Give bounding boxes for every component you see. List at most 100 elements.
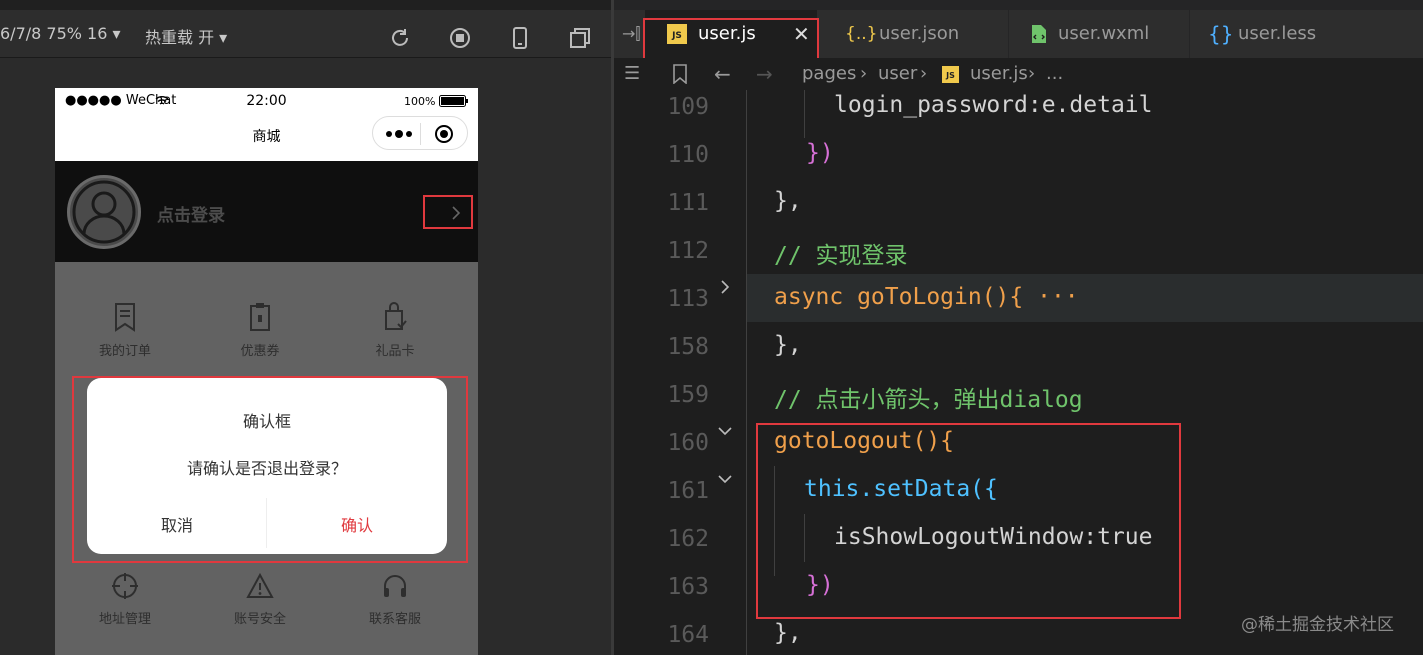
line-number: 160 <box>667 430 709 456</box>
line-number: 110 <box>667 142 709 168</box>
battery-label: 100% <box>404 95 436 108</box>
line-number: 163 <box>667 574 709 600</box>
breadcrumb-user[interactable]: user <box>878 58 917 90</box>
watermark: @稀土掘金技术社区 <box>1241 615 1394 635</box>
chevron-down-icon[interactable] <box>714 468 736 490</box>
content-area: 我的订单 优惠券 礼品卡 地址管理 账号安全 联系客服 确认框 请确认是否退出登… <box>55 262 478 655</box>
line-number: 162 <box>667 526 709 552</box>
grid-item-coupons[interactable]: 优惠券 <box>190 302 330 359</box>
grid-label-coupons: 优惠券 <box>240 344 280 359</box>
device-info-label: 6/7/8 75% 16 <box>0 24 108 43</box>
indent-guide <box>804 90 805 138</box>
tab-user-wxml[interactable]: user.wxml <box>1010 10 1190 58</box>
split-editor-icon[interactable]: →⫿ <box>622 10 641 58</box>
login-prompt[interactable]: 点击登录 <box>157 201 225 226</box>
close-target-icon[interactable] <box>434 124 454 144</box>
breadcrumb-separator-icon: › <box>920 63 928 84</box>
grid-item-support[interactable]: 联系客服 <box>325 572 465 627</box>
grid-label-support: 联系客服 <box>368 612 421 627</box>
window-icon[interactable] <box>568 26 592 50</box>
logout-dialog: 确认框 请确认是否退出登录？ 取消 确认 <box>87 378 447 554</box>
code-line-112: // 实现登录 <box>774 243 908 269</box>
line-number: 111 <box>667 190 709 216</box>
line-number: 109 <box>667 94 709 120</box>
chevron-down-icon[interactable] <box>714 420 736 442</box>
grid-label-orders: 我的订单 <box>98 344 151 359</box>
simulator-pane: 6/7/8 75% 16 ▾ 热重载 开 ▾ ●●●●● WeChat 22:0… <box>0 0 611 655</box>
line-number: 113 <box>667 286 709 312</box>
json-file-icon: {..} <box>845 24 878 44</box>
phone-icon[interactable] <box>508 26 532 50</box>
logout-arrow-button[interactable] <box>423 195 473 229</box>
tab-user-json[interactable]: {..} user.json <box>819 10 1009 58</box>
user-avatar-icon <box>72 180 136 244</box>
gift-card-icon <box>385 302 407 330</box>
grid-item-orders[interactable]: 我的订单 <box>55 302 195 359</box>
code-line-109: login_password:e.detail <box>834 92 1153 118</box>
dialog-confirm-button[interactable]: 确认 <box>267 506 447 546</box>
device-selector[interactable]: 6/7/8 75% 16 ▾ <box>0 24 121 43</box>
user-header[interactable]: 点击登录 <box>55 161 478 262</box>
battery-icon <box>439 95 468 107</box>
nav-bar: 商城 <box>55 116 478 161</box>
wxml-file-icon <box>1032 25 1046 43</box>
breadcrumb-separator-icon: › <box>1028 63 1036 84</box>
breadcrumb-separator-icon: › <box>860 63 868 84</box>
indent-guide <box>746 90 747 655</box>
app-root: 6/7/8 75% 16 ▾ 热重载 开 ▾ ●●●●● WeChat 22:0… <box>0 0 1423 655</box>
editor-tab-bar: →⫿ JS user.js ✕ {..} user.json user.wxml… <box>614 10 1423 68</box>
grid-label-security: 账号安全 <box>233 612 286 627</box>
tab-label-user-json: user.json <box>879 23 960 44</box>
line-number: 158 <box>667 334 709 360</box>
editor-pane: →⫿ JS user.js ✕ {..} user.json user.wxml… <box>614 0 1423 655</box>
code-line-164: }, <box>774 620 802 646</box>
tab-user-less[interactable]: {} user.less <box>1191 10 1381 58</box>
less-file-icon: {} <box>1208 22 1234 46</box>
line-number: 161 <box>667 478 709 504</box>
address-icon <box>112 573 138 599</box>
grid-item-security[interactable]: 账号安全 <box>190 572 330 627</box>
code-line-110: }) <box>806 140 834 166</box>
breadcrumb-pages[interactable]: pages <box>802 58 856 90</box>
grid-item-giftcard[interactable]: 礼品卡 <box>325 302 465 359</box>
refresh-icon[interactable] <box>388 26 412 50</box>
list-icon[interactable]: ☰ <box>624 58 640 90</box>
code-area[interactable]: 109 110 111 112 113 158 159 160 161 162 … <box>614 90 1423 655</box>
code-line-111: }, <box>774 188 802 214</box>
status-bar: ●●●●● WeChat 22:00 100% <box>55 88 478 116</box>
headset-icon <box>384 575 406 597</box>
phone-screen: ●●●●● WeChat 22:00 100% 商城 点击登录 我的订单 优惠券… <box>55 88 478 655</box>
hot-reload-toggle[interactable]: 热重载 开 ▾ <box>145 24 227 48</box>
code-line-159: // 点击小箭头，弹出dialog <box>774 387 1083 413</box>
stop-icon[interactable] <box>448 26 472 50</box>
warning-icon <box>246 572 274 598</box>
chevron-right-icon <box>452 206 461 220</box>
dialog-cancel-button[interactable]: 取消 <box>87 506 267 546</box>
order-icon <box>115 303 135 332</box>
dialog-title: 确认框 <box>242 412 291 431</box>
more-icon[interactable] <box>385 129 413 139</box>
coupon-icon <box>250 303 270 331</box>
grid-label-address: 地址管理 <box>98 612 151 627</box>
tab-label-user-less: user.less <box>1238 23 1317 44</box>
capsule-menu <box>372 116 468 150</box>
forward-arrow-icon[interactable]: → <box>756 58 773 90</box>
chevron-right-icon[interactable] <box>714 276 736 298</box>
grid-label-giftcard: 礼品卡 <box>375 344 415 359</box>
tab-label-user-wxml: user.wxml <box>1058 23 1150 44</box>
breadcrumb-file[interactable]: user.js <box>970 58 1028 90</box>
js-file-icon: JS <box>942 66 959 83</box>
capsule-divider <box>420 123 421 145</box>
hot-reload-label: 热重载 开 <box>145 28 215 47</box>
bookmark-icon[interactable] <box>672 64 688 84</box>
line-number: 112 <box>667 238 709 264</box>
dialog-message: 请确认是否退出登录？ <box>186 459 347 478</box>
grid-item-address[interactable]: 地址管理 <box>55 572 195 627</box>
back-arrow-icon[interactable]: ← <box>714 58 731 90</box>
breadcrumb-more[interactable]: ... <box>1046 58 1063 90</box>
code-line-158: }, <box>774 332 802 358</box>
line-number: 159 <box>667 382 709 408</box>
line-number: 164 <box>667 622 709 648</box>
avatar[interactable] <box>67 175 141 249</box>
simulator-toolbar: 6/7/8 75% 16 ▾ 热重载 开 ▾ <box>0 0 611 58</box>
